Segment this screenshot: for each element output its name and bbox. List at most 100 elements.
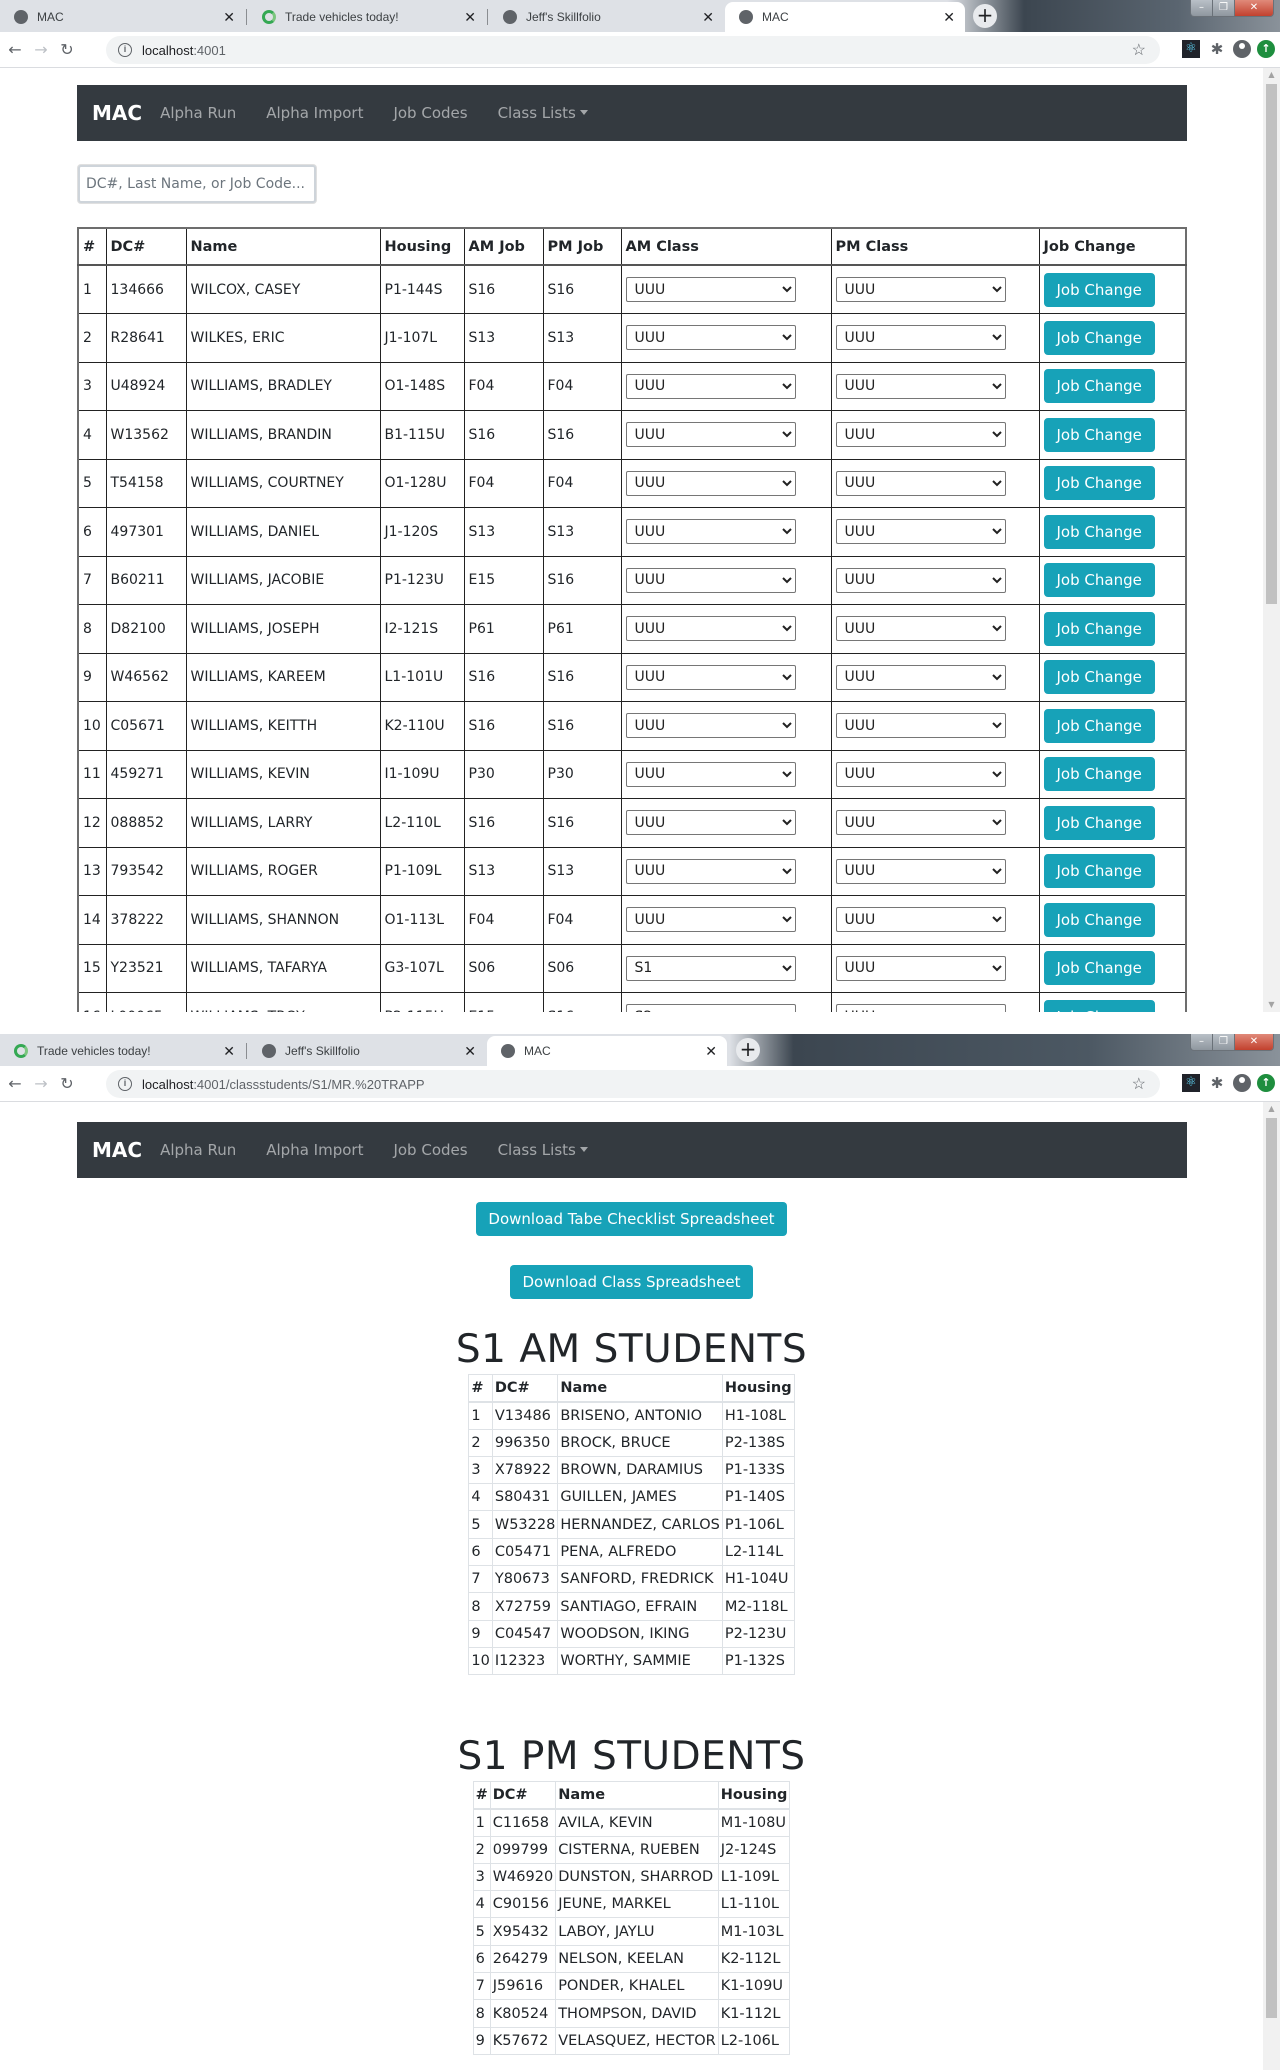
pm-class-select[interactable]: UUU — [835, 422, 1006, 448]
job-change-button[interactable]: Job Change — [1043, 660, 1155, 695]
job-change-button[interactable]: Job Change — [1043, 417, 1155, 452]
close-window-icon[interactable]: ✕ — [1235, 1034, 1273, 1050]
close-tab-icon[interactable]: ✕ — [705, 1043, 717, 1060]
extensions-icon[interactable]: ✱ — [1208, 1074, 1226, 1092]
restore-icon[interactable]: ❐ — [1213, 0, 1235, 16]
profile-icon[interactable] — [1233, 1074, 1251, 1092]
nav-job-codes[interactable]: Job Codes — [393, 1141, 467, 1159]
new-tab-button[interactable]: + — [973, 4, 997, 28]
browser-tab-active[interactable]: MAC ✕ — [487, 1036, 727, 1066]
pm-class-select[interactable]: UUU — [835, 858, 1006, 884]
forward-icon[interactable]: → — [30, 40, 52, 59]
pm-class-select[interactable]: UUU — [835, 761, 1006, 787]
address-bar[interactable]: i localhost:4001/classstudents/S1/MR.%20… — [106, 1070, 1160, 1098]
job-change-button[interactable]: Job Change — [1043, 854, 1155, 889]
am-class-select[interactable]: UUU — [625, 761, 796, 787]
bookmark-star-icon[interactable]: ☆ — [1132, 40, 1146, 60]
scroll-thumb[interactable] — [1266, 1118, 1277, 2018]
pm-class-select[interactable]: UUU — [835, 470, 1006, 496]
pm-class-select[interactable]: UUU — [835, 664, 1006, 690]
job-change-button[interactable]: Job Change — [1043, 563, 1155, 598]
browser-tab[interactable]: Trade vehicles today! ✕ — [248, 2, 486, 32]
new-tab-button[interactable]: + — [736, 1038, 760, 1062]
job-change-button[interactable]: Job Change — [1043, 272, 1155, 307]
am-class-select[interactable]: UUU — [625, 907, 796, 933]
restore-icon[interactable]: ❐ — [1213, 1034, 1235, 1050]
minimize-icon[interactable]: – — [1191, 1034, 1213, 1050]
pm-class-select[interactable]: UUU — [835, 1004, 1006, 1012]
am-class-select[interactable]: UUU — [625, 373, 796, 399]
pm-class-select[interactable]: UUU — [835, 955, 1006, 981]
job-change-button[interactable]: Job Change — [1043, 951, 1155, 986]
nav-alpha-import[interactable]: Alpha Import — [266, 1141, 363, 1159]
nav-class-lists[interactable]: Class Lists — [498, 1141, 588, 1159]
job-change-button[interactable]: Job Change — [1043, 514, 1155, 549]
pm-class-select[interactable]: UUU — [835, 519, 1006, 545]
scroll-down-icon[interactable]: ▼ — [1263, 998, 1280, 1012]
job-change-button[interactable]: Job Change — [1043, 757, 1155, 792]
minimize-icon[interactable]: – — [1191, 0, 1213, 16]
am-class-select[interactable]: UUU — [625, 470, 796, 496]
pm-class-select[interactable]: UUU — [835, 277, 1006, 302]
pm-class-select[interactable]: UUU — [835, 567, 1006, 593]
close-tab-icon[interactable]: ✕ — [464, 9, 476, 26]
pm-class-select[interactable]: UUU — [835, 810, 1006, 836]
browser-tab[interactable]: MAC ✕ — [0, 2, 245, 32]
scroll-thumb[interactable] — [1266, 84, 1277, 604]
nav-job-codes[interactable]: Job Codes — [393, 104, 467, 122]
address-bar[interactable]: i localhost:4001 ☆ — [106, 36, 1160, 64]
am-class-select[interactable]: UUU — [625, 858, 796, 884]
react-devtools-icon[interactable]: ⚛ — [1182, 1074, 1200, 1092]
profile-icon[interactable] — [1233, 40, 1251, 58]
am-class-select[interactable]: S1 — [625, 955, 796, 981]
update-icon[interactable]: ↑ — [1257, 1074, 1275, 1092]
pm-class-select[interactable]: UUU — [835, 907, 1006, 933]
am-class-select[interactable]: UUU — [625, 664, 796, 690]
info-icon[interactable]: i — [118, 1077, 132, 1091]
pm-class-select[interactable]: UUU — [835, 713, 1006, 739]
scroll-up-icon[interactable]: ▲ — [1263, 1102, 1280, 1116]
nav-class-lists[interactable]: Class Lists — [498, 104, 588, 122]
react-devtools-icon[interactable]: ⚛ — [1182, 40, 1200, 58]
page-scrollbar[interactable]: ▲ — [1263, 1102, 1280, 2070]
am-class-select[interactable]: UUU — [625, 713, 796, 739]
job-change-button[interactable]: Job Change — [1043, 320, 1155, 355]
download-tabe-checklist-button[interactable]: Download Tabe Checklist Spreadsheet — [476, 1202, 787, 1236]
job-change-button[interactable]: Job Change — [1043, 369, 1155, 404]
browser-tab[interactable]: Trade vehicles today! ✕ — [0, 1036, 245, 1066]
am-class-select[interactable]: UUU — [625, 325, 796, 351]
am-class-select[interactable]: UUU — [625, 519, 796, 545]
close-tab-icon[interactable]: ✕ — [943, 9, 955, 26]
job-change-button[interactable]: Job Change — [1043, 466, 1155, 501]
extensions-icon[interactable]: ✱ — [1208, 40, 1226, 58]
close-window-icon[interactable]: ✕ — [1235, 0, 1273, 16]
reload-icon[interactable]: ↻ — [56, 40, 78, 59]
job-change-button[interactable]: Job Change — [1043, 708, 1155, 743]
browser-tab-active[interactable]: MAC ✕ — [725, 2, 965, 32]
back-icon[interactable]: ← — [4, 40, 26, 59]
browser-tab[interactable]: Jeff's Skillfolio ✕ — [489, 2, 724, 32]
close-tab-icon[interactable]: ✕ — [223, 9, 235, 26]
am-class-select[interactable]: UUU — [625, 616, 796, 642]
brand-logo[interactable]: MAC — [92, 1138, 142, 1162]
info-icon[interactable]: i — [118, 43, 132, 57]
bookmark-star-icon[interactable]: ☆ — [1132, 1074, 1146, 1094]
job-change-button[interactable]: Job Change — [1043, 902, 1155, 937]
close-tab-icon[interactable]: ✕ — [702, 9, 714, 26]
page-scrollbar[interactable]: ▲ ▼ — [1263, 68, 1280, 1012]
am-class-select[interactable]: UUU — [625, 567, 796, 593]
scroll-up-icon[interactable]: ▲ — [1263, 68, 1280, 82]
am-class-select[interactable]: UUU — [625, 277, 796, 302]
nav-alpha-run[interactable]: Alpha Run — [160, 1141, 236, 1159]
close-tab-icon[interactable]: ✕ — [464, 1043, 476, 1060]
brand-logo[interactable]: MAC — [92, 101, 142, 125]
back-icon[interactable]: ← — [4, 1074, 26, 1093]
close-tab-icon[interactable]: ✕ — [223, 1043, 235, 1060]
job-change-button[interactable]: Job Change — [1043, 611, 1155, 646]
job-change-button[interactable]: Job Change — [1043, 999, 1155, 1012]
job-change-button[interactable]: Job Change — [1043, 805, 1155, 840]
nav-alpha-import[interactable]: Alpha Import — [266, 104, 363, 122]
pm-class-select[interactable]: UUU — [835, 616, 1006, 642]
forward-icon[interactable]: → — [30, 1074, 52, 1093]
update-icon[interactable]: ↑ — [1257, 40, 1275, 58]
